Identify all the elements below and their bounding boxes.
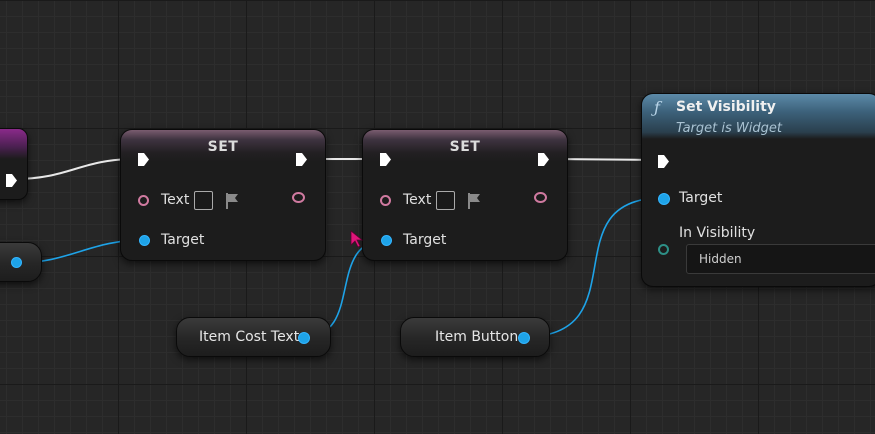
exec-output-pin[interactable] xyxy=(537,152,550,167)
flag-icon[interactable] xyxy=(224,192,240,210)
text-value-checkbox[interactable] xyxy=(194,191,213,210)
node-subtitle: Target is Widget xyxy=(676,121,782,136)
visibility-selected-value: Hidden xyxy=(699,252,742,266)
offscreen-node-top-left[interactable] xyxy=(0,128,28,200)
exec-wire-1[interactable] xyxy=(13,158,137,180)
target-pin-label: Target xyxy=(161,232,205,248)
set-node-2[interactable]: SET Text Target xyxy=(362,129,568,261)
text-input-pin[interactable] xyxy=(380,195,391,206)
text-input-pin[interactable] xyxy=(138,195,149,206)
target-input-pin[interactable] xyxy=(139,235,150,246)
variable-node-item-button[interactable]: Item Button xyxy=(400,317,550,357)
in-visibility-label: In Visibility xyxy=(679,225,756,241)
mouse-cursor-icon xyxy=(350,230,364,248)
target-pin-label: Target xyxy=(403,232,447,248)
output-pin[interactable] xyxy=(11,257,22,268)
set-visibility-header: ƒ Set Visibility Target is Widget xyxy=(642,94,875,139)
text-output-pin[interactable] xyxy=(292,192,305,203)
visibility-dropdown[interactable]: Hidden xyxy=(686,244,875,274)
node-title: Set Visibility xyxy=(676,99,776,115)
set-node-1[interactable]: SET Text Target xyxy=(120,129,326,261)
variable-output-pin[interactable] xyxy=(518,332,530,344)
in-visibility-input-pin[interactable] xyxy=(658,244,669,255)
exec-output-pin[interactable] xyxy=(295,152,308,167)
text-pin-label: Text xyxy=(161,192,190,208)
text-value-checkbox[interactable] xyxy=(436,191,455,210)
exec-input-pin[interactable] xyxy=(137,152,150,167)
target-pin-label: Target xyxy=(679,190,723,206)
function-icon: ƒ xyxy=(654,98,660,117)
exec-input-pin[interactable] xyxy=(379,152,392,167)
exec-input-pin[interactable] xyxy=(657,154,670,169)
text-output-pin[interactable] xyxy=(534,192,547,203)
text-pin-label: Text xyxy=(403,192,432,208)
flag-icon[interactable] xyxy=(466,192,482,210)
target-input-pin[interactable] xyxy=(658,193,670,205)
variable-label: Item Cost Text xyxy=(199,329,300,345)
offscreen-node-header xyxy=(0,129,27,159)
variable-label: Item Button xyxy=(435,329,519,345)
set-visibility-node[interactable]: ƒ Set Visibility Target is Widget Target… xyxy=(641,93,875,287)
variable-node-item-cost-text[interactable]: Item Cost Text xyxy=(176,317,331,357)
variable-output-pin[interactable] xyxy=(298,332,310,344)
offscreen-variable-node-left[interactable] xyxy=(0,242,42,282)
target-input-pin[interactable] xyxy=(381,235,392,246)
exec-output-pin[interactable] xyxy=(5,173,18,188)
